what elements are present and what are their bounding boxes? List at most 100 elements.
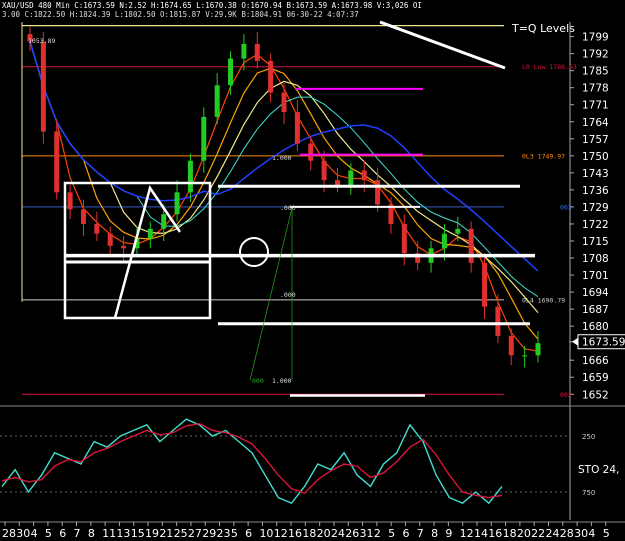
drawn-circle [239,237,269,267]
x-tick-label: 7 [74,527,81,540]
candle-body [281,92,287,113]
x-tick-label: 5 [388,527,395,540]
fib-label: 1.000 [272,154,292,162]
x-tick-label: 11 [102,527,116,540]
x-tick-label: 30 [16,527,30,540]
x-tick-label: 8 [88,527,95,540]
drawn-wave [113,185,182,319]
candle-body [147,228,153,239]
candle-body [187,160,193,193]
price-tick-label: 1792 [582,49,609,61]
candle-body [308,143,314,161]
moving-average-line [29,41,539,298]
last-price-pointer [572,337,578,346]
stoch-tick-label: 750 [582,489,595,497]
level-label: 002 [560,391,572,399]
candle-body [401,223,407,254]
x-tick-label: 6 [402,527,409,540]
price-tick-label: 1701 [582,270,609,282]
x-tick-label: 8 [431,527,438,540]
price-chart[interactable]: 1799 1792 1785 1778 1771 1764 1757 1750 1743 1736… [0,0,625,541]
price-tick-label: 1750 [582,151,609,163]
x-tick-label: 24 [331,527,345,540]
x-tick-label: 16 [488,527,502,540]
fib-label: 000 [252,377,264,385]
candle-body [174,192,180,215]
x-tick-label: 6 [59,527,66,540]
price-tick-label: 1771 [582,100,609,112]
candle-body [482,262,488,307]
x-tick-label: 25 [174,527,188,540]
x-tick-label: 15 [131,527,145,540]
x-tick-label: 24 [545,527,559,540]
x-tick-label: 5 [45,527,52,540]
candle-body [107,233,113,246]
candle-body [67,192,73,210]
price-tick-label: 1708 [582,253,609,265]
candle-body [468,228,474,263]
price-tick-label: 1729 [582,202,609,214]
candle-body [80,209,86,224]
candle-body [214,85,220,117]
x-tick-label: 26 [345,527,359,540]
candle-body [54,131,60,193]
x-tick-label: 21 [159,527,173,540]
x-tick-label: 27 [188,527,202,540]
candle-body [40,41,46,132]
price-tick-label: 1666 [582,355,609,367]
x-tick-label: 4 [31,527,38,540]
x-tick-label: 22 [531,527,545,540]
x-tick-label: 4 [588,527,595,540]
candle-body [522,355,528,357]
candle-body [228,58,234,86]
candle-body [361,170,367,181]
x-tick-label: 13 [116,527,130,540]
candle-body [321,160,327,181]
level-label: 0L3 1749.97 [522,152,565,160]
x-tick-label: 7 [417,527,424,540]
candle-body [508,335,514,356]
x-tick-label: 28 [2,527,16,540]
last-price-label: 1673.59 [582,337,625,349]
fib-label: .000 [280,291,296,299]
price-tick-label: 1799 [582,32,609,44]
candle-body [334,180,340,186]
level-label: L0 Low 1786.63 [522,63,577,71]
x-tick-label: 18 [503,527,517,540]
level-label: 1053.89 [28,37,55,45]
stoch-line [1,422,503,499]
price-tick-label: 1736 [582,185,609,197]
x-tick-label: 2 [374,527,381,540]
price-tick-label: 1715 [582,236,609,248]
x-tick-label: 18 [302,527,316,540]
x-tick-label: 28 [560,527,574,540]
price-tick-label: 1694 [582,287,609,299]
x-tick-label: 9 [445,527,452,540]
x-tick-label: 10 [259,527,273,540]
candle-body [241,43,247,59]
candle-body [375,180,381,205]
price-tick-label: 1764 [582,117,609,129]
candle-body [254,43,260,61]
price-tick-label: 1785 [582,66,609,78]
drawn-line [379,20,506,70]
x-tick-label: 6 [245,527,252,540]
x-tick-label: 14 [474,527,488,540]
x-tick-label: 16 [288,527,302,540]
candle-body [441,233,447,249]
candle-body [268,60,274,93]
x-tick-label: 12 [460,527,474,540]
stoch-label: STO 24, [578,464,619,476]
candle-body [348,170,354,186]
stoch-tick-label: 250 [582,433,595,441]
price-tick-label: 1757 [582,134,609,146]
level-label: 003 [560,203,572,211]
fib-label: 1.000 [272,377,292,385]
price-tick-label: 1680 [582,321,609,333]
x-tick-label: 12 [274,527,288,540]
price-tick-label: 1722 [582,219,609,231]
moving-average-line [29,41,539,313]
price-tick-label: 1778 [582,83,609,95]
candle-body [201,116,207,161]
fib-label: .000 [280,204,296,212]
